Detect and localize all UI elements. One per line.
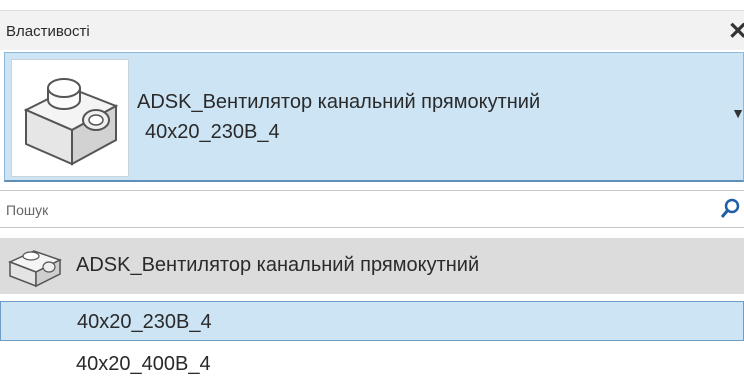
type-row-selected[interactable]: 40x20_230В_4 (0, 301, 744, 341)
close-icon[interactable]: ✕ (728, 17, 744, 46)
type-row[interactable]: 40x20_400В_4 (0, 344, 744, 376)
panel-title: Властивості (6, 23, 90, 40)
fan-family-icon (4, 242, 66, 290)
selected-family-name: ADSK_Вентилятор канальний прямокутний (137, 91, 541, 113)
selected-type-name: 40x20_230В_4 (145, 121, 280, 143)
search-placeholder: Пошук (6, 202, 49, 218)
family-label: ADSK_Вентилятор канальний прямокутний (76, 254, 480, 276)
search-icon[interactable] (720, 198, 740, 225)
fan-thumbnail-icon (11, 59, 129, 177)
chevron-down-icon[interactable]: ▼ (731, 105, 744, 121)
properties-title-bar: Властивості ✕ (0, 10, 744, 50)
type-label: 40x20_230В_4 (77, 311, 212, 333)
type-selector[interactable]: ADSK_Вентилятор канальний прямокутний 40… (4, 52, 744, 182)
search-field[interactable]: Пошук (0, 190, 744, 228)
type-label: 40x20_400В_4 (76, 353, 211, 375)
family-group-row[interactable]: ADSK_Вентилятор канальний прямокутний (0, 238, 744, 294)
